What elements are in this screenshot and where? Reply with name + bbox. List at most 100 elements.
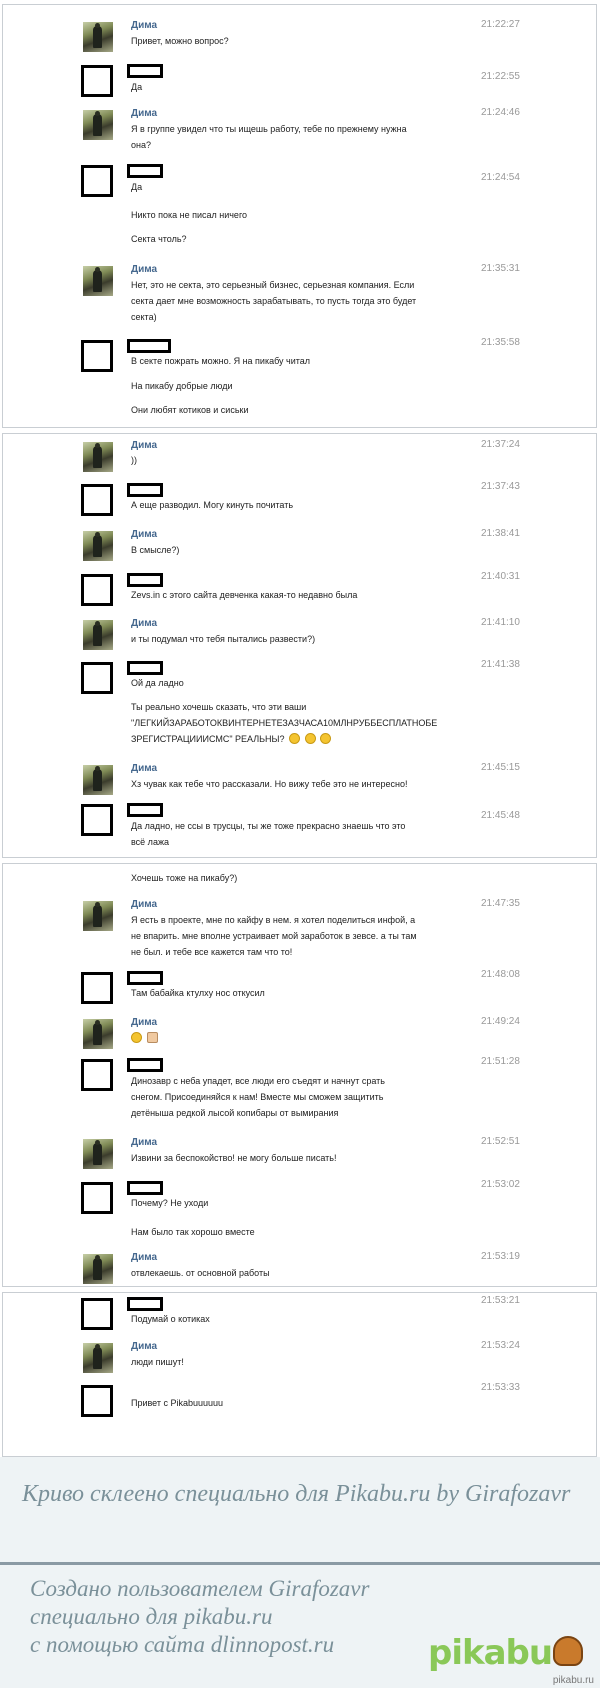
message-time: 21:51:28 [481, 1056, 520, 1067]
logo-text: pikabu [428, 1633, 553, 1673]
redacted-avatar [81, 165, 113, 197]
dima-avatar[interactable] [83, 266, 113, 296]
message-time: 21:53:21 [481, 1295, 520, 1306]
sender-name[interactable]: Дима [131, 618, 157, 629]
message-text: Да [131, 182, 143, 192]
redacted-name [127, 483, 163, 497]
sender-name[interactable]: Дима [131, 440, 157, 451]
smile-emoji-icon [289, 733, 301, 744]
message-time: 21:22:27 [481, 19, 520, 30]
message-text: ЗРЕГИСТРАЦИИИСМС" РЕАЛЬНЫ? [131, 731, 332, 747]
message-text: и ты подумал что тебя пытались развести?… [131, 634, 316, 644]
sender-name[interactable]: Дима [131, 20, 157, 31]
message-text: )) [131, 455, 137, 465]
redacted-name [127, 573, 163, 587]
dima-avatar[interactable] [83, 1019, 113, 1049]
message-time: 21:38:41 [481, 528, 520, 539]
sender-name[interactable]: Дима [131, 108, 157, 119]
redacted-name [127, 971, 163, 985]
redacted-name [127, 1058, 163, 1072]
sender-name[interactable]: Дима [131, 1137, 157, 1148]
dima-avatar[interactable] [83, 442, 113, 472]
message-time: 21:48:08 [481, 969, 520, 980]
caption-banner: Криво склеено специально для Pikabu.ru b… [0, 1457, 600, 1562]
message-text [131, 1030, 158, 1046]
sender-name[interactable]: Дима [131, 763, 157, 774]
message-time: 21:24:46 [481, 107, 520, 118]
message-text: Там бабайка ктулху нос откусил [131, 988, 265, 998]
message-time: 21:37:24 [481, 439, 520, 450]
smile-emoji-icon [304, 733, 316, 744]
redacted-name [127, 661, 163, 675]
credit-line: Создано пользователем Girafozavr [30, 1576, 370, 1601]
message-text: секта) [131, 312, 157, 322]
sender-name[interactable]: Дима [131, 899, 157, 910]
redacted-name [127, 339, 171, 353]
dima-avatar[interactable] [83, 765, 113, 795]
message-text: Zevs.in с этого сайта девченка какая-то … [131, 590, 358, 600]
muffin-icon [553, 1636, 584, 1666]
message-time: 21:35:31 [481, 263, 520, 274]
pikabu-logo[interactable]: pikabu [428, 1633, 584, 1673]
smile-emoji-icon [131, 1032, 142, 1043]
dima-avatar[interactable] [83, 110, 113, 140]
redacted-avatar [81, 65, 113, 97]
message-text: Извини за беспокойство! не могу больше п… [131, 1153, 337, 1163]
message-time: 21:22:55 [481, 71, 520, 82]
message-text: Ой да ладно [131, 678, 184, 688]
message-time: 21:37:43 [481, 481, 520, 492]
redacted-avatar [81, 804, 113, 836]
message-text: В смысле?) [131, 545, 180, 555]
message-text: Они любят котиков и сиськи [131, 405, 249, 415]
sender-name[interactable]: Дима [131, 264, 157, 275]
dima-avatar[interactable] [83, 620, 113, 650]
message-text: всё лажа [131, 837, 169, 847]
dima-avatar[interactable] [83, 901, 113, 931]
dima-avatar[interactable] [83, 1254, 113, 1284]
redacted-name [127, 803, 163, 817]
watermark: pikabu.ru [552, 1675, 594, 1686]
message-time: 21:53:19 [481, 1251, 520, 1262]
message-time: 21:45:15 [481, 762, 520, 773]
dima-avatar[interactable] [83, 1343, 113, 1373]
message-text: "ЛЕГКИЙЗАРАБОТОКВИНТЕРНЕТЕЗА3ЧАСА10МЛНРУ… [131, 718, 438, 728]
message-time: 21:53:33 [481, 1382, 520, 1393]
message-time: 21:35:58 [481, 337, 520, 348]
message-text: В секте пожрать можно. Я на пикабу читал [131, 356, 311, 366]
message-text: Хз чувак как тебе что рассказали. Но виж… [131, 779, 408, 789]
message-time: 21:24:54 [481, 172, 520, 183]
redacted-avatar [81, 484, 113, 516]
dima-avatar[interactable] [83, 22, 113, 52]
message-text: люди пишут! [131, 1357, 184, 1367]
dima-avatar[interactable] [83, 531, 113, 561]
message-text: На пикабу добрые люди [131, 381, 233, 391]
message-time: 21:45:48 [481, 810, 520, 821]
dima-avatar[interactable] [83, 1139, 113, 1169]
credit-line: специально для pikabu.ru [30, 1604, 273, 1629]
message-text: Нам было так хорошо вместе [131, 1227, 255, 1237]
message-text: Да ладно, не ссы в трусцы, ты же тоже пр… [131, 821, 406, 831]
message-text: Привет, можно вопрос? [131, 36, 229, 46]
message-time: 21:41:38 [481, 659, 520, 670]
redacted-avatar [81, 1059, 113, 1091]
message-time: 21:53:02 [481, 1179, 520, 1190]
message-text: отвлекаешь. от основной работы [131, 1268, 270, 1278]
message-time: 21:41:10 [481, 617, 520, 628]
message-time: 21:49:24 [481, 1016, 520, 1027]
message-text: Да [131, 82, 143, 92]
sender-name[interactable]: Дима [131, 1252, 157, 1263]
chat-panel-4: 21:53:21 Подумай о котиках Дима 21:53:24… [2, 1292, 597, 1457]
sender-name[interactable]: Дима [131, 529, 157, 540]
message-text: секта дает мне возможность зарабатывать,… [131, 296, 417, 306]
sender-name[interactable]: Дима [131, 1341, 157, 1352]
message-text: Я есть в проекте, мне по кайфу в нем. я … [131, 915, 416, 925]
message-text: Динозавр с неба упадет, все люди его съе… [131, 1076, 385, 1086]
redacted-avatar [81, 972, 113, 1004]
sender-name[interactable]: Дима [131, 1017, 157, 1028]
message-time: 21:53:24 [481, 1340, 520, 1351]
message-text: Секта чтоль? [131, 234, 187, 244]
message-time: 21:47:35 [481, 898, 520, 909]
caption-text: Криво склеено специально для Pikabu.ru b… [22, 1481, 571, 1507]
credit-line: с помощью сайта dlinnopost.ru [30, 1632, 335, 1657]
thumbs-up-icon [146, 1032, 158, 1043]
